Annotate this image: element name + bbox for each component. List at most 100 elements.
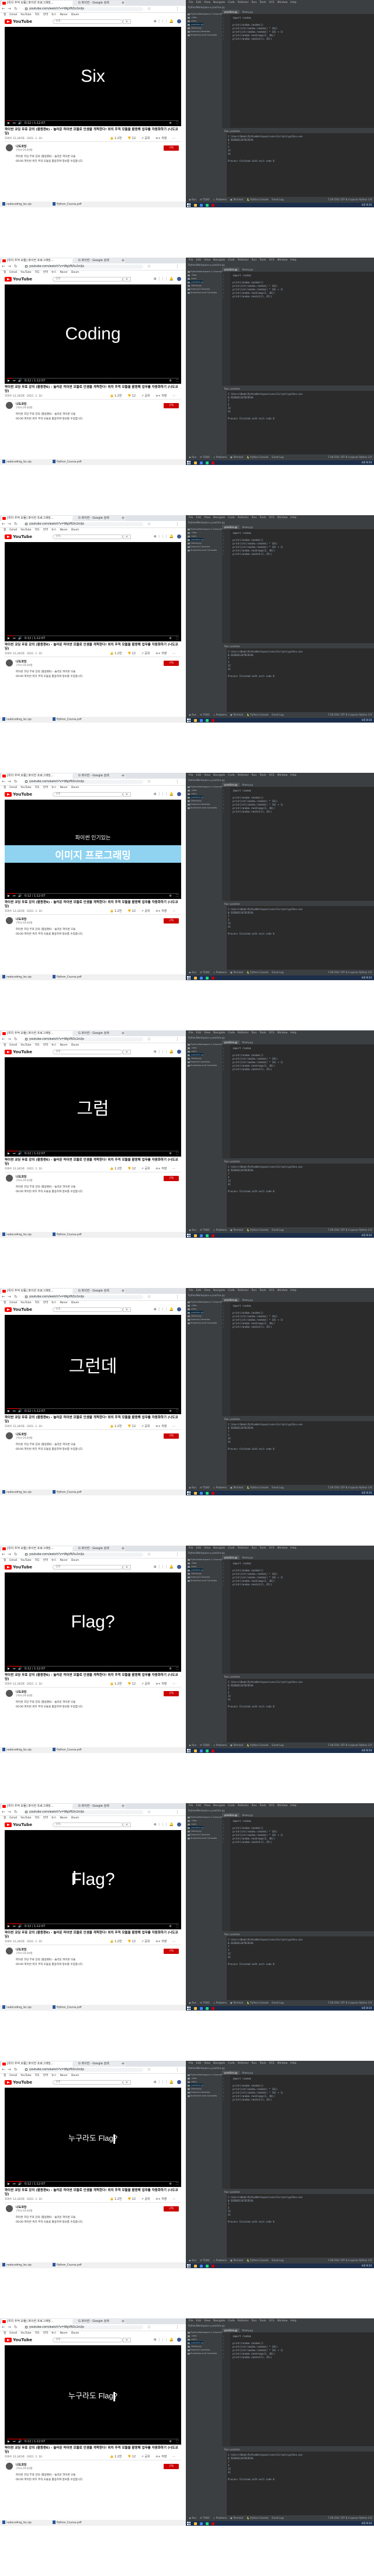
tab-theory[interactable]: theory.py [240, 1556, 255, 1560]
recorder-icon[interactable] [212, 719, 214, 722]
windows-start-icon[interactable] [187, 2522, 191, 2525]
star-icon[interactable]: ☆ [147, 1810, 151, 1815]
browser-tab-youtube[interactable]: [위치 추적 모듈] 파이썬 프로그래밍... ✕ [1, 2319, 77, 2324]
star-icon[interactable]: ☆ [147, 1552, 151, 1557]
chrome-icon[interactable] [200, 2522, 203, 2525]
run-toolbar[interactable] [222, 2194, 227, 2258]
ide-menu-item[interactable]: Refactor [238, 1, 249, 4]
next-icon[interactable]: ⏭ [13, 637, 16, 641]
bookmark-item[interactable]: 뉴스 [51, 1043, 56, 1048]
status-tool-button[interactable]: 🐍 Python Console [247, 971, 268, 974]
bookmark-item[interactable]: YouTube [20, 1816, 31, 1821]
project-tree-item[interactable]: .idea [188, 1304, 197, 1307]
bookmark-item[interactable]: 앱 [4, 786, 6, 790]
ide-menu-item[interactable]: File [189, 1547, 193, 1550]
reload-button[interactable]: ↻ [14, 1294, 18, 1300]
bookmark-item[interactable]: 뉴스 [51, 786, 56, 790]
new-tab-button[interactable]: + [121, 0, 125, 6]
header-icons-text[interactable]: ⊕ ⋮⋮⋮ 🔔 [154, 1050, 174, 1054]
ide-menu-item[interactable]: File [189, 2062, 193, 2065]
ide-menu-item[interactable]: Help [290, 1804, 296, 1807]
share-button[interactable]: ↗ 공유 [141, 909, 150, 913]
youtube-header-icons[interactable]: ⊕ ⋮⋮⋮ 🔔 [154, 1822, 181, 1827]
save-button[interactable]: ≡+ 저장 [155, 909, 167, 913]
back-button[interactable]: ← [2, 264, 5, 269]
settings-gear-icon[interactable]: ⚙ [169, 1152, 172, 1156]
reload-button[interactable]: ↻ [14, 6, 18, 12]
recorder-icon[interactable] [212, 461, 214, 464]
pycharm-icon[interactable] [206, 204, 209, 207]
pycharm-icon[interactable] [206, 2007, 209, 2010]
code-editor[interactable]: 1234567 import random print(random.random… [222, 529, 374, 643]
youtube-header-icons[interactable]: ⊕ ⋮⋮⋮ 🔔 [154, 534, 181, 539]
browser-tab-youtube[interactable]: [위치 추적 모듈] 파이썬 프로그래밍... ✕ [1, 1289, 77, 1294]
status-tool-button[interactable]: ▣ Terminal [230, 1744, 243, 1747]
youtube-logo-text[interactable]: YouTube [13, 2079, 32, 2085]
new-tab-button[interactable]: + [121, 258, 125, 263]
ide-menu-item[interactable]: File [189, 1032, 193, 1034]
ide-menu-item[interactable]: VCS [269, 2062, 274, 2065]
subscribe-button[interactable]: 구독 [164, 403, 179, 408]
bookmark-item[interactable]: 지도 [35, 2331, 40, 2336]
new-tab-button[interactable]: + [121, 1803, 125, 1809]
ide-menu-item[interactable]: Code [228, 2320, 235, 2322]
file-explorer-icon[interactable] [194, 461, 197, 464]
avatar[interactable] [177, 19, 181, 23]
star-icon[interactable]: ☆ [147, 6, 151, 12]
project-tree-item[interactable]: practice.py [188, 1826, 204, 1829]
project-tree-item[interactable]: .idea [188, 2334, 197, 2337]
recorder-icon[interactable] [212, 204, 214, 207]
ide-breadcrumb[interactable]: PythonWorkspace ▸ practice.py [188, 1294, 225, 1297]
project-tree-item[interactable]: External Libraries [188, 2348, 210, 2351]
ide-menu-item[interactable]: Run [252, 1032, 257, 1034]
ide-menu-item[interactable]: Code [228, 516, 235, 519]
tab-theory[interactable]: theory.py [240, 783, 255, 787]
url-input[interactable]: youtube.com/watch?v=WgVN3c2sUjs [23, 1037, 143, 1041]
project-tree-item[interactable]: venv [188, 19, 196, 22]
volume-icon[interactable]: 🔊 [18, 121, 22, 126]
ide-menu-item[interactable]: Run [252, 1289, 257, 1292]
bookmark-item[interactable]: Daum [71, 1816, 79, 1821]
bookmark-item[interactable]: 앱 [4, 2331, 6, 2336]
ide-menu-item[interactable]: Code [228, 1032, 235, 1034]
avatar[interactable] [177, 277, 181, 281]
download-item[interactable]: nadocoding_loc.zip [2, 2263, 32, 2268]
project-tree-item[interactable]: Scratches and Consoles [188, 291, 217, 294]
share-button[interactable]: ↗ 공유 [141, 1425, 150, 1428]
url-input[interactable]: youtube.com/watch?v=WgVN3c2sUjs [23, 780, 143, 784]
project-tree-item[interactable]: Scratches and Consoles [188, 806, 217, 809]
url-input[interactable]: youtube.com/watch?v=WgVN3c2sUjs [23, 1553, 143, 1557]
youtube-logo-icon[interactable] [5, 1050, 12, 1054]
fullscreen-icon[interactable]: ⛶ [176, 1667, 178, 1671]
bookmark-item[interactable]: 번역 [43, 1301, 48, 1306]
bookmark-item[interactable]: 지도 [35, 1301, 40, 1306]
tab-practice[interactable]: practice.py [222, 1040, 240, 1044]
next-icon[interactable]: ⏭ [13, 1152, 16, 1156]
project-tree-item[interactable]: Scratches and Consoles [188, 1579, 217, 1582]
reload-button[interactable]: ↻ [14, 1037, 18, 1042]
file-explorer-icon[interactable] [194, 719, 197, 722]
chrome-icon[interactable] [200, 1234, 203, 1237]
browser-tab-google[interactable]: G 파이썬 - Google 검색 [72, 258, 125, 263]
video-progress-bar[interactable] [7, 2181, 179, 2182]
chrome-icon[interactable] [200, 1492, 203, 1495]
download-item[interactable]: Python_Course.pdf [53, 460, 81, 464]
bookmark-item[interactable]: Daum [71, 1558, 79, 1563]
bookmark-item[interactable]: 앱 [4, 528, 6, 533]
star-icon[interactable]: ☆ [147, 2067, 151, 2072]
project-tree-item[interactable]: External Libraries [188, 1060, 210, 1063]
ide-menu-item[interactable]: Window [277, 1289, 288, 1292]
status-tool-button[interactable]: ▶ Run [189, 198, 196, 201]
project-tree-item[interactable]: Scratches and Consoles [188, 548, 217, 551]
share-button[interactable]: ↗ 공유 [141, 652, 150, 655]
windows-start-icon[interactable] [187, 1234, 191, 1237]
ide-menu-item[interactable]: Refactor [238, 259, 249, 262]
back-button[interactable]: ← [2, 6, 5, 12]
url-input[interactable]: youtube.com/watch?v=WgVN3c2sUjs [23, 1295, 143, 1299]
like-button[interactable]: 👍 1.2천 [110, 652, 122, 655]
save-button[interactable]: ≡+ 저장 [155, 1167, 167, 1171]
volume-icon[interactable]: 🔊 [18, 1667, 22, 1671]
project-tree-item[interactable]: External Libraries [188, 545, 210, 548]
recorder-icon[interactable] [212, 977, 214, 980]
status-tool-button[interactable]: ⚠ Problems [213, 198, 227, 201]
